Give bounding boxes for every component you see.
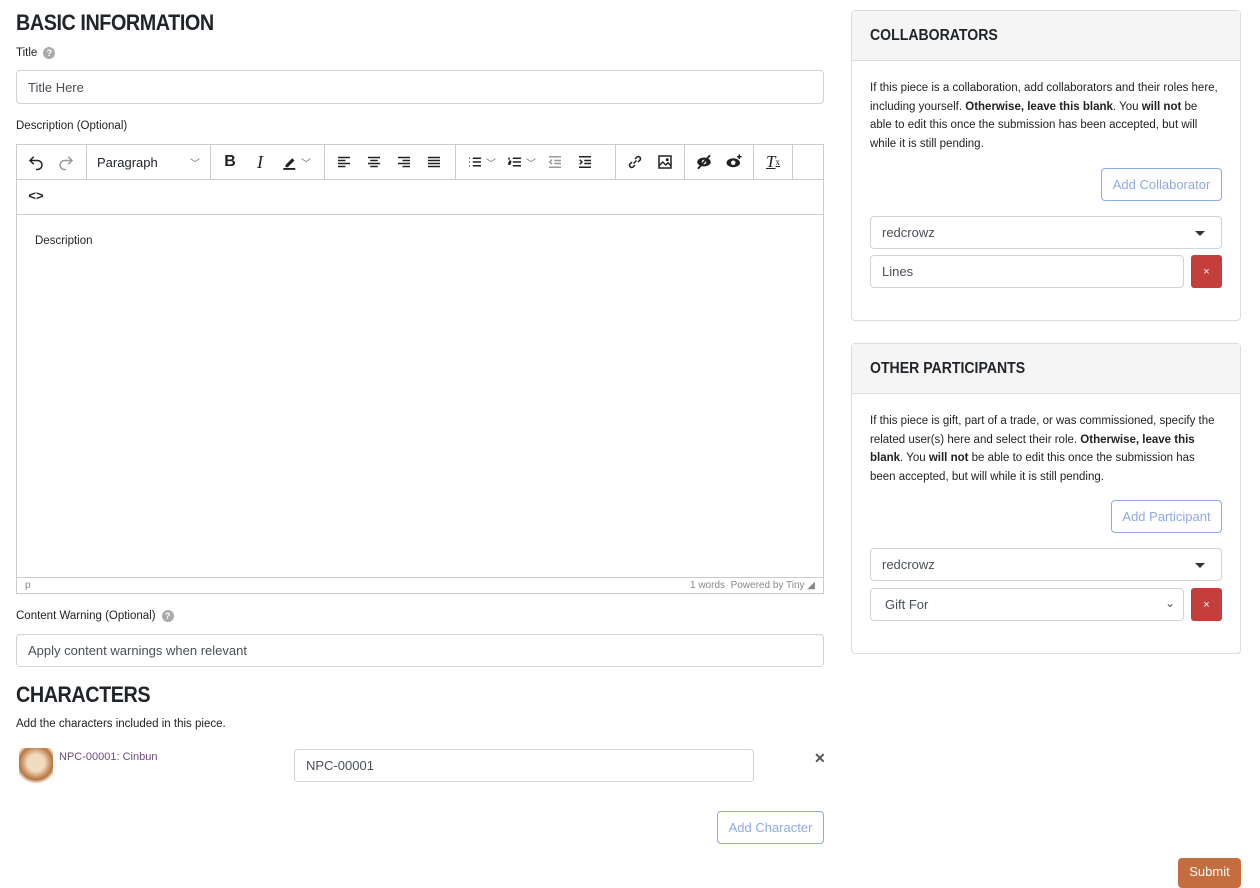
undo-icon[interactable] — [21, 147, 51, 177]
remove-collaborator-button[interactable]: × — [1191, 255, 1222, 288]
collaborators-text: If this piece is a collaboration, add co… — [870, 82, 1218, 150]
eye-slash-icon[interactable] — [689, 147, 719, 177]
participant-user-select[interactable]: redcrowz — [870, 548, 1222, 581]
rich-text-editor: Paragraph ﹀ B I ﹀ ﹀ ﹀ Tx <> Description p… — [16, 144, 824, 594]
title-label: Title? — [16, 47, 56, 60]
status-path[interactable]: p — [25, 580, 31, 591]
align-left-icon[interactable] — [329, 147, 359, 177]
chevron-down-icon[interactable]: ﹀ — [486, 155, 496, 170]
collaborator-user-value: redcrowz — [882, 225, 935, 240]
character-code-input[interactable]: NPC-00001 — [294, 749, 754, 782]
title-input[interactable]: Title Here — [16, 70, 824, 104]
image-icon[interactable] — [650, 147, 680, 177]
content-warning-input[interactable]: Apply content warnings when relevant — [16, 634, 824, 667]
characters-heading: CHARACTERS — [16, 682, 151, 707]
help-icon[interactable]: ? — [161, 610, 174, 622]
align-justify-icon[interactable] — [419, 147, 449, 177]
caret-down-icon — [1195, 231, 1205, 236]
powered-by-link[interactable]: Powered by Tiny — [731, 580, 805, 591]
content-warning-label: Content Warning (Optional)? — [16, 610, 174, 622]
collaborators-heading: COLLABORATORS — [870, 26, 998, 44]
collaborator-role-input[interactable]: Lines — [870, 255, 1184, 288]
code-icon[interactable]: <> — [21, 180, 51, 210]
remove-participant-button[interactable]: × — [1191, 588, 1222, 621]
add-participant-button[interactable]: Add Participant — [1111, 500, 1222, 533]
italic-icon[interactable]: I — [245, 147, 275, 177]
character-thumbnail[interactable] — [19, 748, 53, 785]
add-character-button[interactable]: Add Character — [717, 811, 824, 844]
collaborators-card: COLLABORATORS If this piece is a collabo… — [851, 10, 1241, 321]
remove-character-icon[interactable]: ✕ — [814, 750, 826, 767]
align-center-icon[interactable] — [359, 147, 389, 177]
chevron-down-icon[interactable]: ﹀ — [301, 155, 311, 170]
caret-down-icon — [1195, 563, 1205, 568]
chevron-down-icon: ﹀ — [190, 158, 200, 170]
format-select[interactable]: Paragraph ﹀ — [87, 145, 211, 179]
resize-handle-icon[interactable]: ◢ — [807, 580, 815, 591]
bold-icon[interactable]: B — [215, 147, 245, 177]
clear-format-icon[interactable]: Tx — [758, 147, 788, 177]
content-warning-label-text: Content Warning (Optional) — [16, 610, 156, 623]
add-collaborator-button[interactable]: Add Collaborator — [1101, 168, 1222, 201]
character-link[interactable]: NPC-00001: Cinbun — [59, 751, 157, 763]
editor-content[interactable]: Description — [17, 215, 823, 577]
chevron-down-icon[interactable]: ﹀ — [526, 155, 536, 170]
help-icon[interactable]: ? — [43, 47, 56, 59]
participants-heading: OTHER PARTICIPANTS — [870, 359, 1026, 377]
chevron-down-icon: ⌄ — [1164, 596, 1175, 610]
participants-card: OTHER PARTICIPANTS If this piece is gift… — [851, 343, 1241, 654]
link-icon[interactable] — [620, 147, 650, 177]
indent-icon[interactable] — [570, 147, 600, 177]
description-label: Description (Optional) — [16, 120, 128, 132]
word-count: 1 words — [690, 580, 726, 591]
eye-plus-icon[interactable] — [719, 147, 749, 177]
editor-toolbar: Paragraph ﹀ B I ﹀ ﹀ ﹀ Tx — [17, 145, 823, 180]
collaborator-user-select[interactable]: redcrowz — [870, 216, 1222, 249]
align-right-icon[interactable] — [389, 147, 419, 177]
redo-icon[interactable] — [51, 147, 81, 177]
participant-user-value: redcrowz — [882, 557, 935, 572]
characters-hint: Add the characters included in this piec… — [16, 718, 226, 730]
participant-role-select[interactable]: Gift For ⌄ — [870, 588, 1184, 621]
title-label-text: Title — [16, 47, 38, 60]
format-select-value: Paragraph — [97, 154, 158, 170]
outdent-icon[interactable] — [540, 147, 570, 177]
participants-text: If this piece is gift, part of a trade, … — [870, 415, 1215, 483]
basic-info-heading: BASIC INFORMATION — [16, 10, 214, 35]
participant-role-value: Gift For — [885, 597, 929, 612]
